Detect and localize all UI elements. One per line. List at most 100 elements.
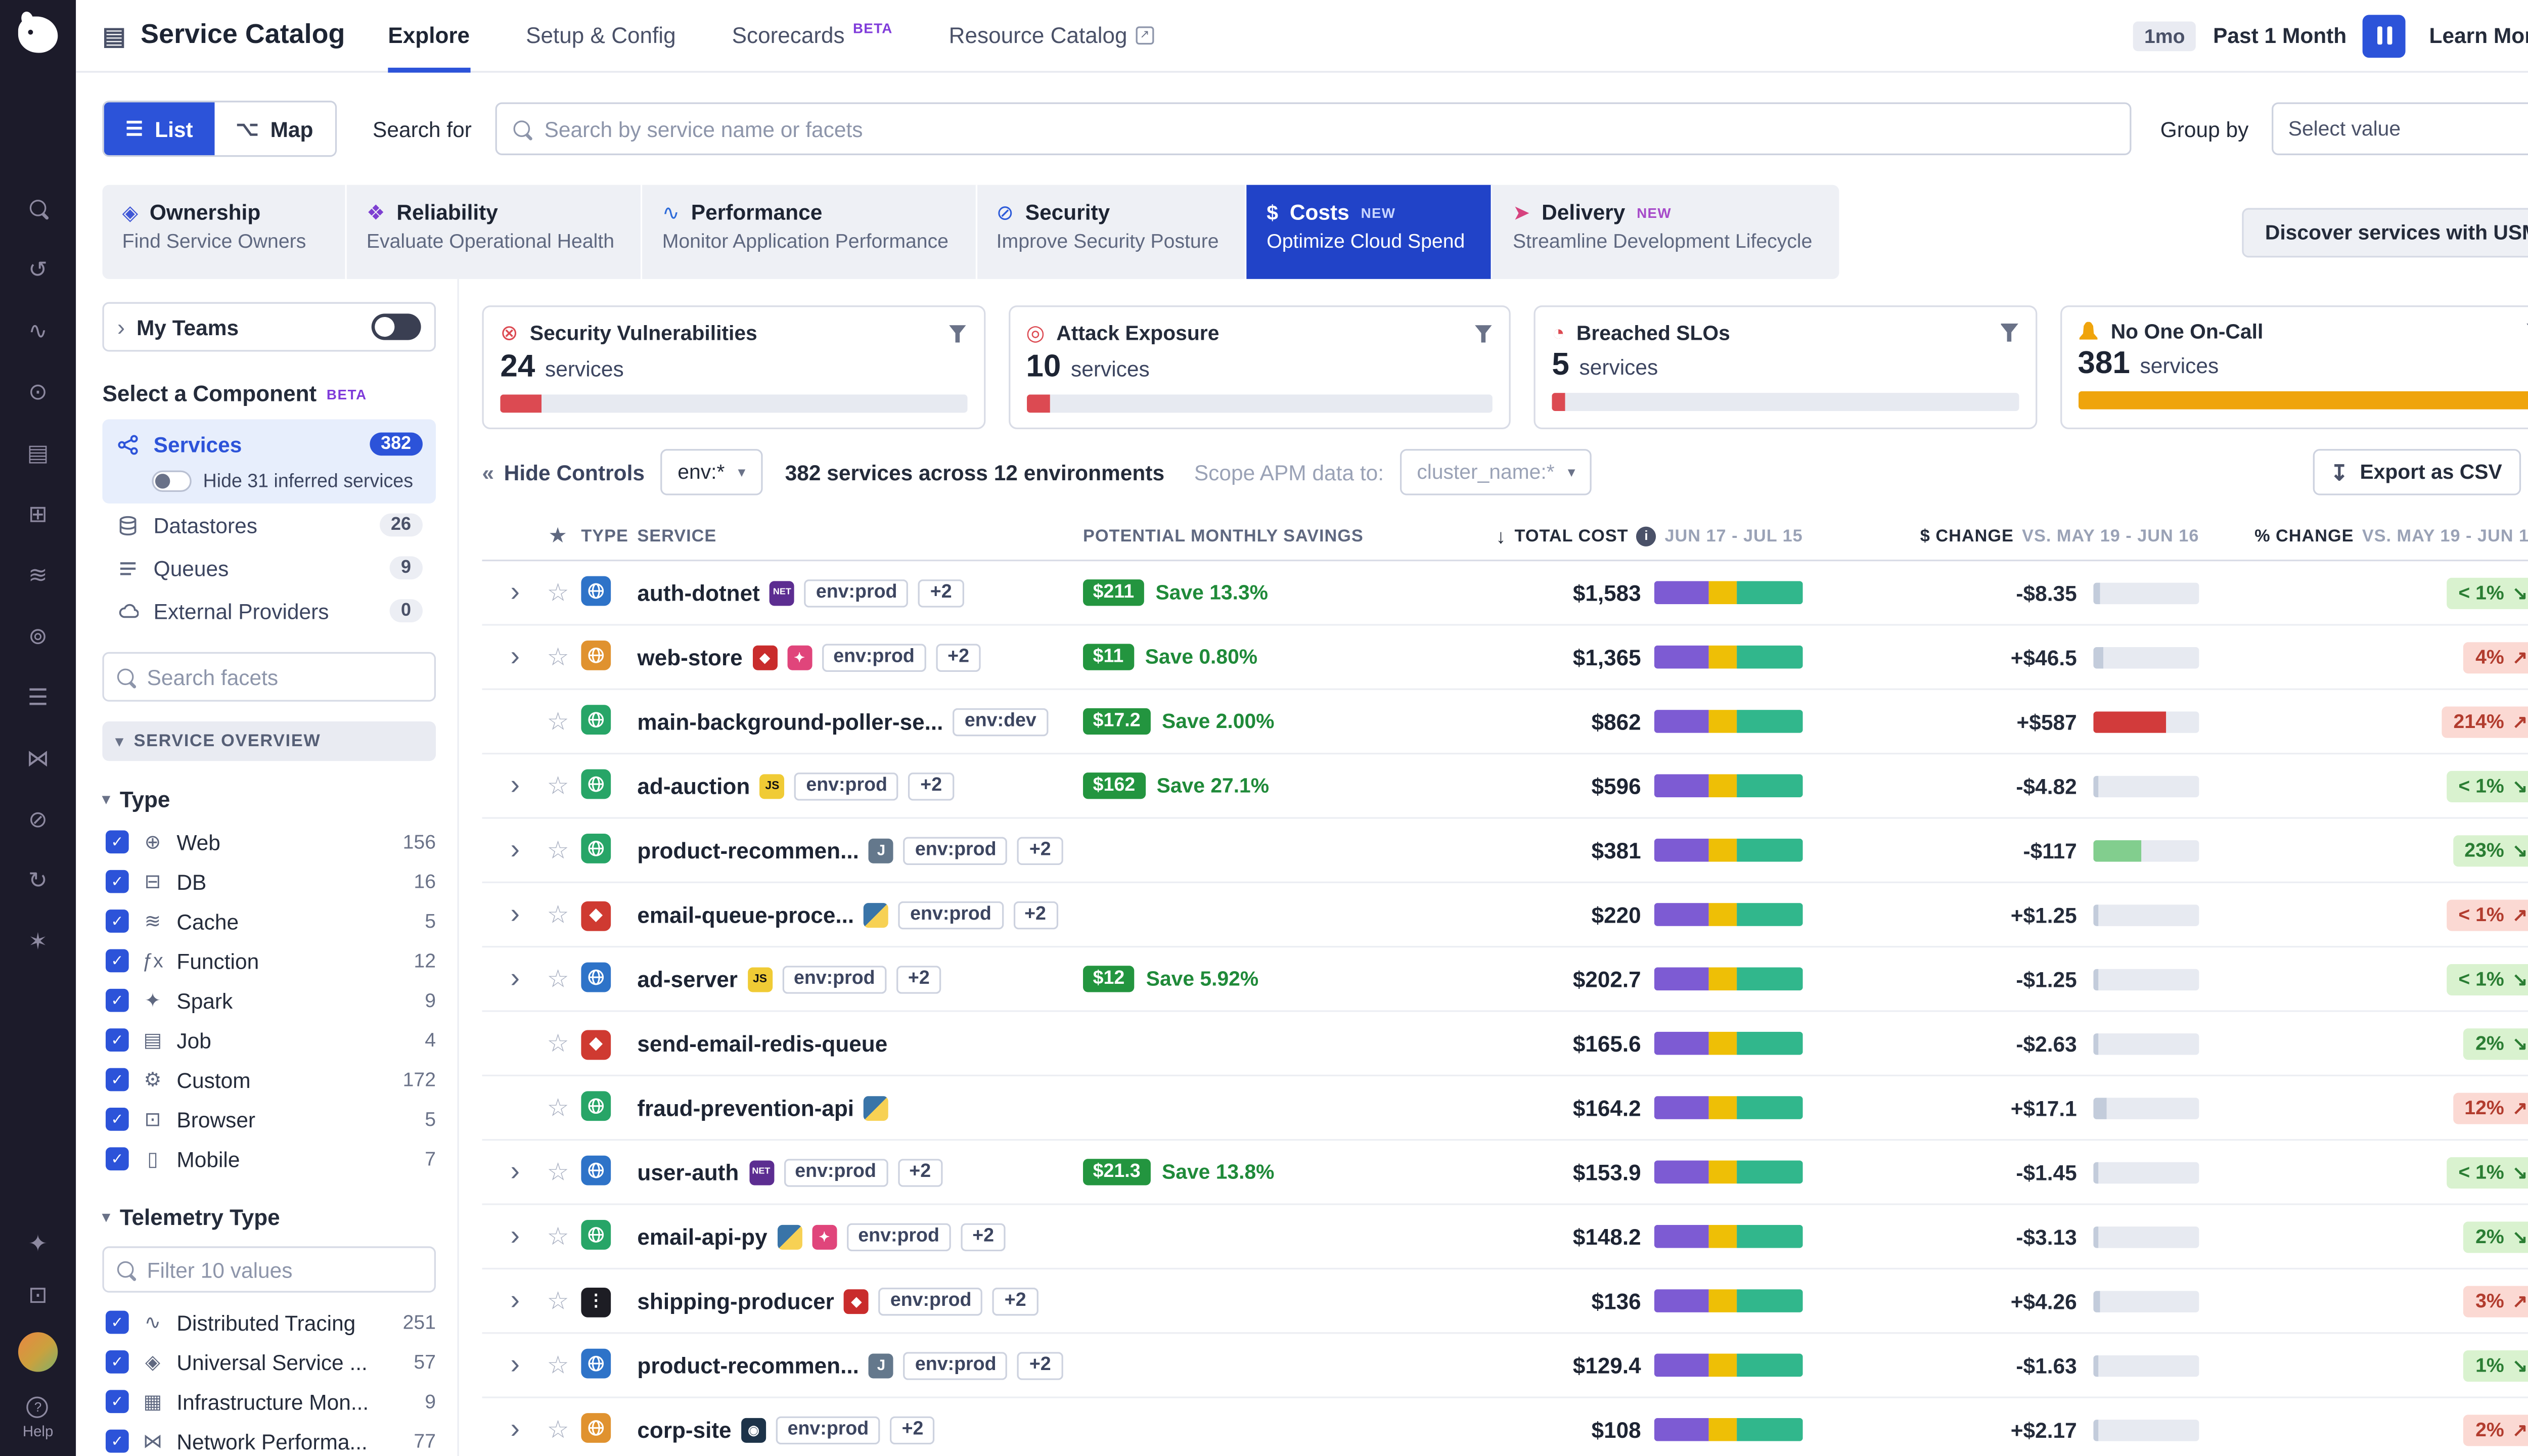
checkbox-checked[interactable]: ✓ xyxy=(106,1147,129,1170)
env-tag[interactable]: +2 xyxy=(1018,1351,1063,1380)
table-row[interactable]: ☆fraud-prevention-api$164.2+$17.112%↗ xyxy=(482,1076,2528,1141)
favorite-star-icon[interactable]: ☆ xyxy=(547,900,569,929)
expand-row-chevron[interactable]: › xyxy=(510,1284,520,1315)
help-button[interactable]: ? Help xyxy=(23,1396,53,1439)
facet-db[interactable]: ✓⊟DB16 xyxy=(102,861,436,901)
col-service[interactable]: SERVICE xyxy=(637,526,1063,545)
favorite-star-icon[interactable]: ☆ xyxy=(547,965,569,993)
table-row[interactable]: ›☆product-recommen...Jenv:prod+2$381-$11… xyxy=(482,819,2528,883)
sort-desc-icon[interactable]: ↓ xyxy=(1496,524,1507,548)
expand-row-chevron[interactable]: › xyxy=(510,962,520,993)
env-filter-select[interactable]: env:* ▾ xyxy=(661,449,762,495)
checkbox-checked[interactable]: ✓ xyxy=(106,1311,129,1334)
env-tag[interactable]: env:prod xyxy=(879,1287,983,1315)
env-tag[interactable]: env:prod xyxy=(804,578,909,607)
env-tag[interactable]: env:prod xyxy=(782,965,886,993)
expand-row-chevron[interactable]: › xyxy=(510,640,520,671)
favorite-star-icon[interactable]: ☆ xyxy=(547,643,569,671)
windows-icon[interactable]: ⊡ xyxy=(21,1281,54,1307)
component-datastores[interactable]: Datastores26 xyxy=(102,504,436,547)
my-teams-card[interactable]: › My Teams xyxy=(102,302,436,352)
table-row[interactable]: ›☆ad-serverJSenv:prod+2$12Save 5.92%$202… xyxy=(482,947,2528,1012)
tab-scorecards[interactable]: ScorecardsBETA xyxy=(732,0,893,72)
favorite-star-icon[interactable]: ☆ xyxy=(547,1416,569,1444)
favorite-star-icon[interactable]: ☆ xyxy=(547,1158,569,1187)
category-tab-costs[interactable]: $CostsNEWOptimize Cloud Spend xyxy=(1247,185,1493,279)
env-tag[interactable]: env:prod xyxy=(904,1351,1008,1380)
checkbox-checked[interactable]: ✓ xyxy=(106,989,129,1012)
checkbox-checked[interactable]: ✓ xyxy=(106,1350,129,1374)
env-tag[interactable]: +2 xyxy=(1018,836,1063,864)
expand-row-chevron[interactable]: › xyxy=(510,1219,520,1250)
infrastructure-icon[interactable]: ⊞ xyxy=(21,500,54,526)
col-total-cost[interactable]: ↓ TOTAL COST i JUN 17 - JUL 15 xyxy=(1473,524,1803,548)
table-row[interactable]: ›☆◆email-queue-proce...env:prod+2$220+$1… xyxy=(482,883,2528,947)
env-tag[interactable]: env:dev xyxy=(953,707,1048,736)
service-name[interactable]: main-background-poller-se... xyxy=(637,709,943,734)
facet-browser[interactable]: ✓⊡Browser5 xyxy=(102,1100,436,1139)
expand-row-chevron[interactable]: › xyxy=(510,1348,520,1379)
env-tag[interactable]: env:prod xyxy=(846,1222,951,1251)
service-name[interactable]: shipping-producer xyxy=(637,1289,834,1313)
history-icon[interactable]: ↺ xyxy=(21,256,54,282)
service-name[interactable]: user-auth xyxy=(637,1160,739,1185)
facet-search-input[interactable] xyxy=(147,664,421,689)
facet-infrastructure-mon[interactable]: ✓▦Infrastructure Mon...9 xyxy=(102,1382,436,1421)
pause-button[interactable] xyxy=(2363,14,2406,57)
env-tag[interactable]: env:prod xyxy=(794,772,898,800)
env-tag[interactable]: +2 xyxy=(936,643,981,671)
expand-row-chevron[interactable]: › xyxy=(510,575,520,607)
favorite-star-icon[interactable]: ☆ xyxy=(547,1222,569,1251)
time-range-chip[interactable]: 1mo xyxy=(2133,21,2196,51)
summary-card-attack-exposure[interactable]: ◎Attack Exposure10services xyxy=(1008,305,1510,429)
favorite-star-icon[interactable]: ☆ xyxy=(547,1094,569,1122)
learn-more-menu[interactable]: Learn More ▾ xyxy=(2429,23,2528,48)
star-column-icon[interactable]: ★ xyxy=(550,527,566,547)
service-name[interactable]: ad-auction xyxy=(637,774,750,798)
favorite-star-icon[interactable]: ☆ xyxy=(547,578,569,607)
category-tab-performance[interactable]: ∿PerformanceMonitor Application Performa… xyxy=(643,185,977,279)
component-services[interactable]: Services382 xyxy=(102,423,436,466)
service-name[interactable]: email-queue-proce... xyxy=(637,902,854,927)
env-tag[interactable]: env:prod xyxy=(904,836,1008,864)
env-tag[interactable]: +2 xyxy=(919,578,964,607)
sparkles-icon[interactable]: ✦ xyxy=(21,1230,54,1256)
hide-inferred-toggle[interactable] xyxy=(152,471,191,492)
service-name[interactable]: send-email-redis-queue xyxy=(637,1031,887,1056)
telemetry-filter-box[interactable] xyxy=(102,1246,436,1292)
checkbox-checked[interactable]: ✓ xyxy=(106,1068,129,1091)
expand-row-chevron[interactable]: › xyxy=(510,1155,520,1186)
env-tag[interactable]: env:prod xyxy=(822,643,926,671)
tab-resource-catalog[interactable]: Resource Catalog↗ xyxy=(949,0,1154,72)
members-icon[interactable]: ⊚ xyxy=(21,622,54,649)
col-dollar-change[interactable]: $ CHANGE VS. MAY 19 - JUN 16 xyxy=(1803,526,2199,545)
facet-job[interactable]: ✓▤Job4 xyxy=(102,1020,436,1060)
apm-icon[interactable]: ≋ xyxy=(21,561,54,587)
expand-row-chevron[interactable]: › xyxy=(510,833,520,864)
env-tag[interactable]: env:prod xyxy=(776,1416,880,1444)
category-tab-delivery[interactable]: ➤DeliveryNEWStreamline Development Lifec… xyxy=(1493,185,1839,279)
hide-controls-button[interactable]: « Hide Controls xyxy=(482,460,645,484)
service-name[interactable]: web-store xyxy=(637,645,742,669)
facet-distributed-tracing[interactable]: ✓∿Distributed Tracing251 xyxy=(102,1302,436,1342)
table-row[interactable]: ›☆product-recommen...Jenv:prod+2$129.4-$… xyxy=(482,1334,2528,1398)
checkbox-checked[interactable]: ✓ xyxy=(106,909,129,933)
security-icon[interactable]: ⊘ xyxy=(21,805,54,832)
service-name[interactable]: ad-server xyxy=(637,967,738,991)
discover-usm-button[interactable]: Discover services with USM xyxy=(2242,207,2528,257)
summary-card-security-vulnerabilities[interactable]: ⊗Security Vulnerabilities24services xyxy=(482,305,984,429)
service-name[interactable]: auth-dotnet xyxy=(637,580,759,605)
env-tag[interactable]: +2 xyxy=(909,772,954,800)
tab-setup-config[interactable]: Setup & Config xyxy=(526,0,676,72)
labs-icon[interactable]: ✶ xyxy=(21,928,54,954)
filter-icon[interactable] xyxy=(2526,323,2528,341)
favorite-star-icon[interactable]: ☆ xyxy=(547,1287,569,1315)
expand-row-chevron[interactable]: › xyxy=(510,768,520,800)
facet-mobile[interactable]: ✓▯Mobile7 xyxy=(102,1139,436,1178)
network-icon[interactable]: ⋈ xyxy=(21,745,54,771)
table-row[interactable]: ›☆corp-site◉env:prod+2$108+$2.172%↗ xyxy=(482,1398,2528,1456)
datadog-logo[interactable] xyxy=(18,17,58,53)
category-tab-security[interactable]: ⊘SecurityImprove Security Posture xyxy=(976,185,1247,279)
col-type[interactable]: TYPE xyxy=(581,526,637,545)
env-tag[interactable]: +2 xyxy=(897,1158,942,1187)
